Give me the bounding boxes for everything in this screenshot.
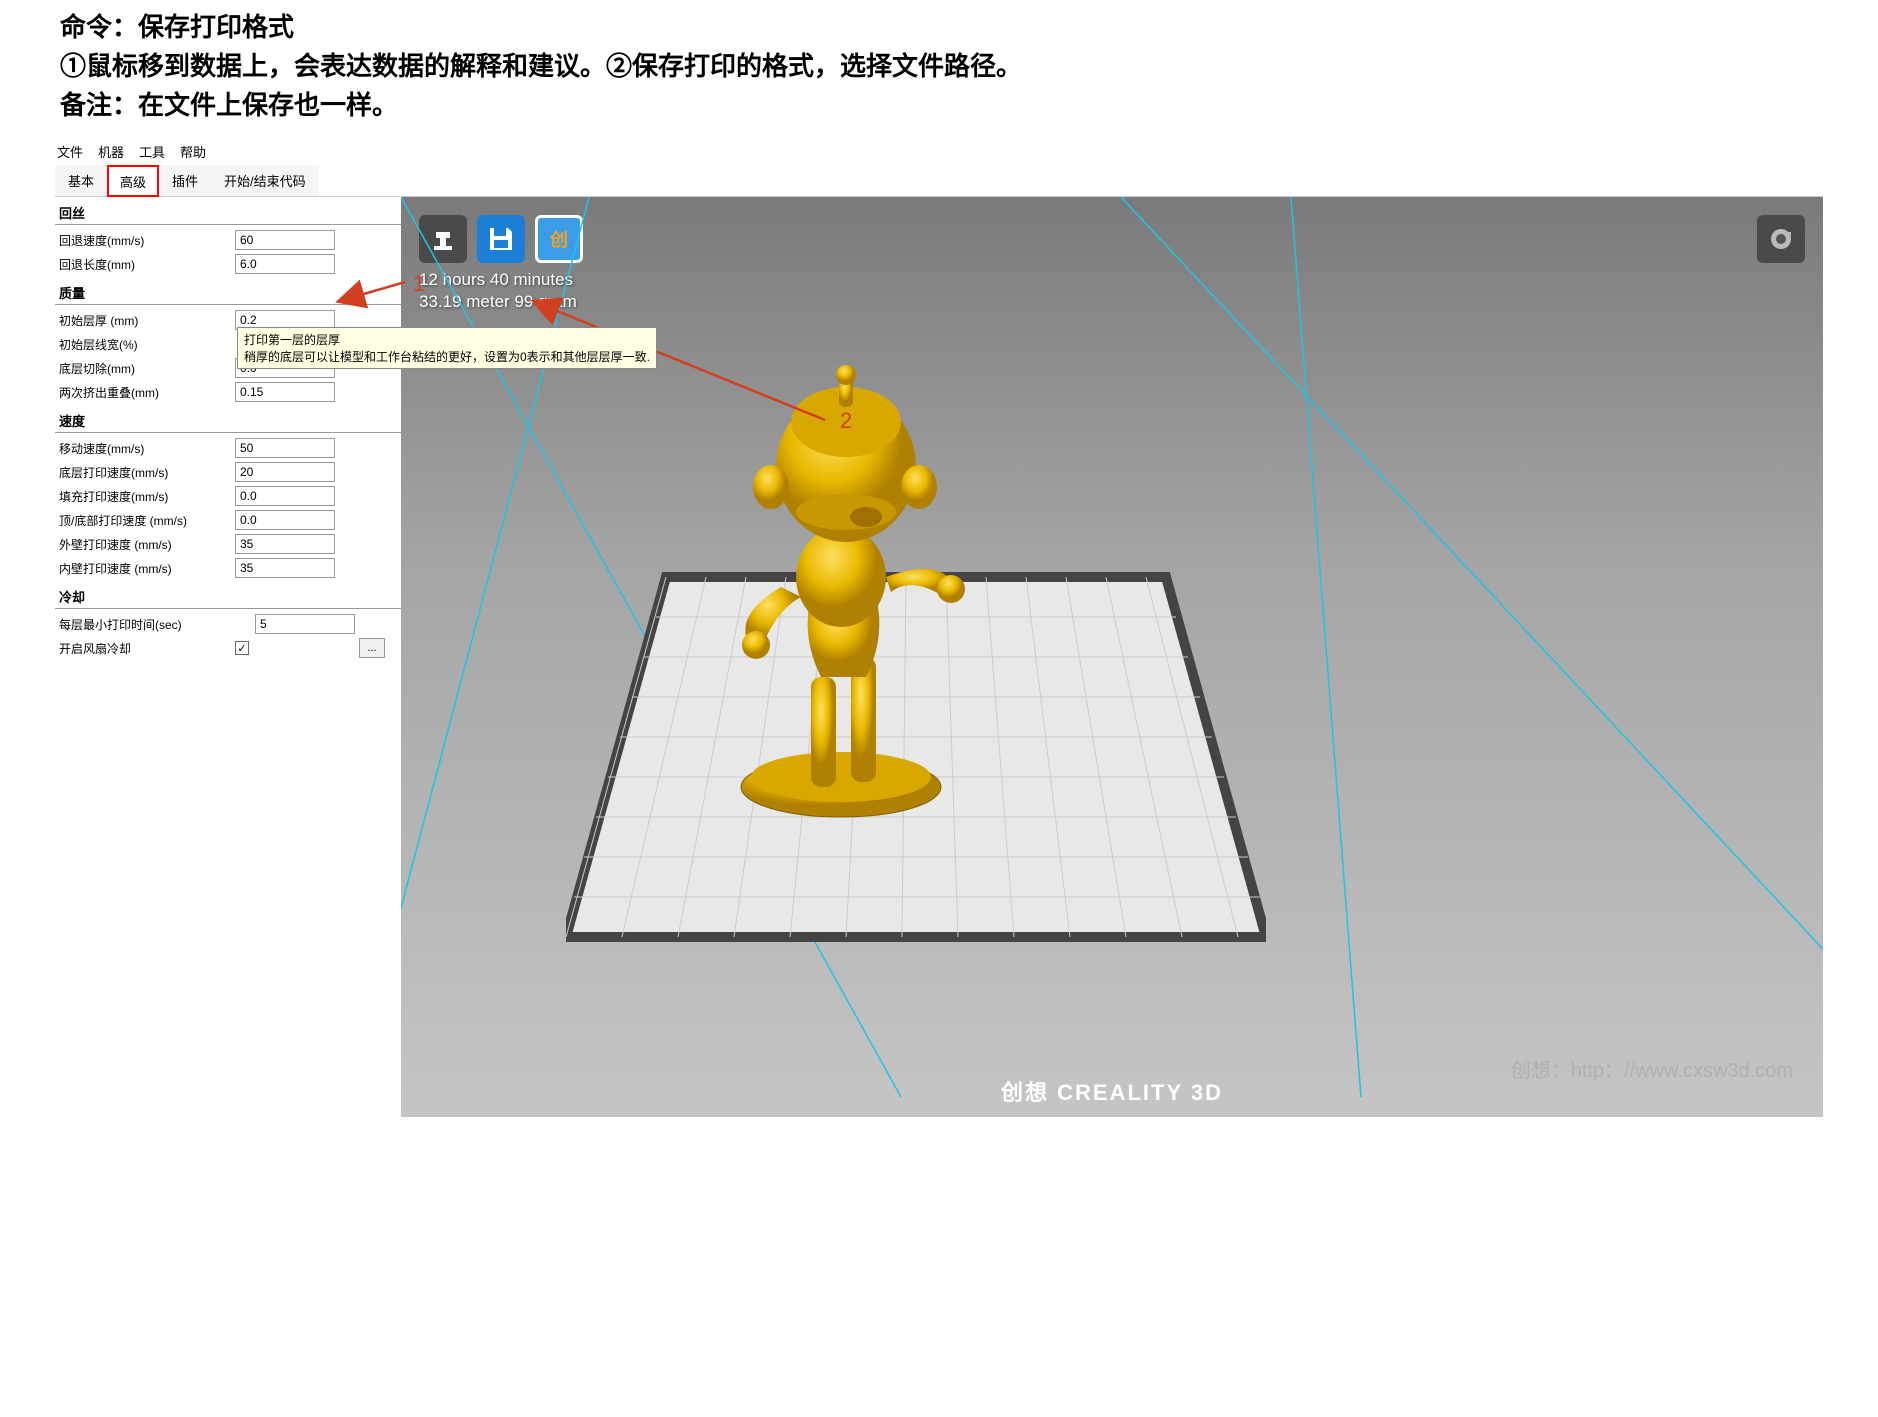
stamp-icon bbox=[428, 224, 458, 254]
minlayer-time-label: 每层最小打印时间(sec) bbox=[55, 616, 255, 633]
annotation-2: 2 bbox=[840, 408, 852, 434]
inner-speed-input[interactable] bbox=[235, 558, 335, 578]
tab-basic[interactable]: 基本 bbox=[55, 165, 107, 196]
tooltip-line-2: 稍厚的底层可以让模型和工作台粘结的更好，设置为0表示和其他层层厚一致. bbox=[244, 348, 650, 365]
menu-help[interactable]: 帮助 bbox=[180, 142, 206, 161]
tooltip-line-1: 打印第一层的层厚 bbox=[244, 331, 650, 348]
print-time: 12 hours 40 minutes bbox=[419, 269, 577, 291]
header-line-2: ①鼠标移到数据上，会表达数据的解释和建议。②保存打印的格式，选择文件路径。 bbox=[60, 47, 1818, 86]
retraction-length-input[interactable] bbox=[235, 254, 335, 274]
section-speed: 速度 bbox=[55, 405, 401, 433]
minlayer-time-input[interactable] bbox=[255, 614, 355, 634]
inner-speed-label: 内壁打印速度 (mm/s) bbox=[55, 560, 235, 577]
creality-logo-icon[interactable]: 创 bbox=[535, 215, 583, 263]
initial-linewidth-label: 初始层线宽(%) bbox=[55, 336, 235, 353]
save-icon bbox=[486, 224, 516, 254]
fan-cooling-checkbox[interactable]: ✓ bbox=[235, 641, 249, 655]
travel-speed-input[interactable] bbox=[235, 438, 335, 458]
retraction-speed-label: 回退速度(mm/s) bbox=[55, 232, 235, 249]
header-line-1: 命令：保存打印格式 bbox=[60, 8, 1818, 47]
dual-overlap-input[interactable] bbox=[235, 382, 335, 402]
retraction-length-label: 回退长度(mm) bbox=[55, 256, 235, 273]
menubar: 文件 机器 工具 帮助 bbox=[55, 138, 1823, 165]
dual-overlap-label: 两次挤出重叠(mm) bbox=[55, 384, 235, 401]
topbottom-speed-input[interactable] bbox=[235, 510, 335, 530]
watermark: 创想：http：//www.cxsw3d.com bbox=[1511, 1054, 1793, 1083]
tooltip: 打印第一层的层厚 稍厚的底层可以让模型和工作台粘结的更好，设置为0表示和其他层层… bbox=[237, 327, 657, 369]
brand-text: 创想 CREALITY 3D bbox=[1001, 1075, 1223, 1107]
tab-plugins[interactable]: 插件 bbox=[159, 165, 211, 196]
header-line-3: 备注：在文件上保存也一样。 bbox=[60, 86, 1818, 125]
save-button[interactable] bbox=[477, 215, 525, 263]
bottom-speed-label: 底层打印速度(mm/s) bbox=[55, 464, 235, 481]
travel-speed-label: 移动速度(mm/s) bbox=[55, 440, 235, 457]
tab-startend[interactable]: 开始/结束代码 bbox=[211, 165, 319, 196]
print-material: 33.19 meter 99 gram bbox=[419, 291, 577, 313]
tab-advanced[interactable]: 高级 bbox=[107, 165, 159, 197]
fan-settings-button[interactable]: ... bbox=[359, 638, 385, 658]
menu-machine[interactable]: 机器 bbox=[98, 142, 124, 161]
section-retraction: 回丝 bbox=[55, 197, 401, 225]
menu-file[interactable]: 文件 bbox=[57, 142, 83, 161]
outer-speed-label: 外壁打印速度 (mm/s) bbox=[55, 536, 235, 553]
retraction-speed-input[interactable] bbox=[235, 230, 335, 250]
camera-icon bbox=[1767, 225, 1795, 253]
bottom-cut-label: 底层切除(mm) bbox=[55, 360, 235, 377]
infill-speed-label: 填充打印速度(mm/s) bbox=[55, 488, 235, 505]
section-cooling: 冷却 bbox=[55, 581, 401, 609]
menu-tools[interactable]: 工具 bbox=[139, 142, 165, 161]
outer-speed-input[interactable] bbox=[235, 534, 335, 554]
initial-layer-label: 初始层厚 (mm) bbox=[55, 312, 235, 329]
logo-text: 创 bbox=[538, 218, 580, 260]
annotation-1: 1 bbox=[413, 271, 425, 297]
tabbar: 基本 高级 插件 开始/结束代码 bbox=[55, 165, 1823, 197]
settings-sidebar: 回丝 回退速度(mm/s) 回退长度(mm) 质量 初始层厚 (mm) 初始层线… bbox=[55, 197, 401, 1117]
section-quality: 质量 bbox=[55, 277, 401, 305]
fan-cooling-label: 开启风扇冷却 bbox=[55, 640, 235, 657]
load-model-icon[interactable] bbox=[419, 215, 467, 263]
infill-speed-input[interactable] bbox=[235, 486, 335, 506]
bottom-speed-input[interactable] bbox=[235, 462, 335, 482]
topbottom-speed-label: 顶/底部打印速度 (mm/s) bbox=[55, 512, 235, 529]
camera-button[interactable] bbox=[1757, 215, 1805, 263]
